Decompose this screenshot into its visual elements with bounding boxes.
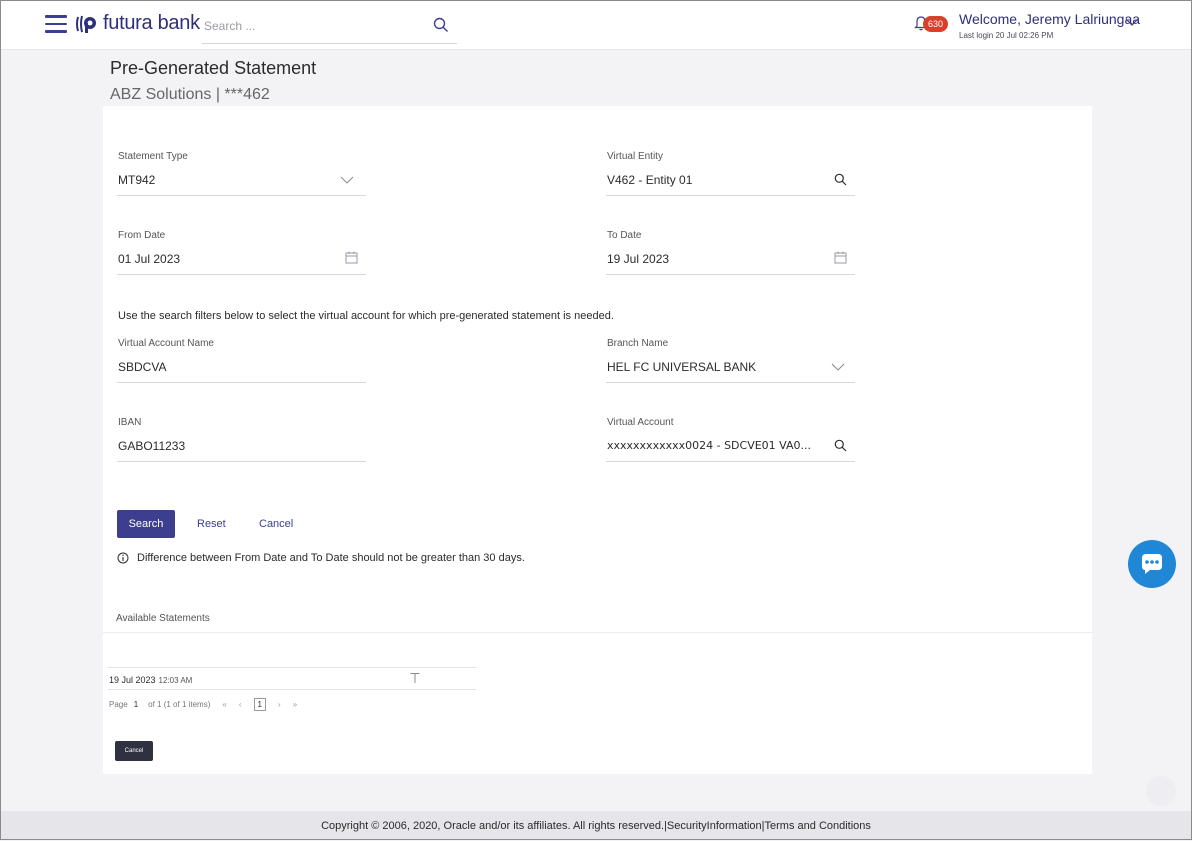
page-subtitle: ABZ Solutions | ***462 [110, 86, 270, 103]
page-of-text: of 1 (1 of 1 items) [148, 700, 211, 709]
statement-type-value: MT942 [118, 173, 156, 187]
futura-logo-icon [76, 15, 96, 33]
to-date-field[interactable]: To Date 19 Jul 2023 [606, 230, 855, 275]
divider [103, 632, 1092, 633]
virtual-account-field[interactable]: Virtual Account xxxxxxxxxxxx0024 - SDCVE… [606, 417, 855, 462]
footer: Copyright © 2006, 2020, Oracle and/or it… [1, 811, 1191, 839]
iban-value: GABO11233 [118, 439, 186, 453]
search-icon[interactable] [834, 439, 847, 452]
last-login-text: Last login 20 Jul 02:26 PM [959, 31, 1054, 40]
next-page-icon[interactable]: › [278, 700, 281, 709]
virtual-account-value: xxxxxxxxxxxx0024 - SDCVE01 VA0... [607, 439, 812, 452]
page-number[interactable]: 1 [134, 700, 138, 709]
virtual-account-name-label: Virtual Account Name [118, 338, 214, 349]
from-date-value: 01 Jul 2023 [118, 252, 181, 266]
virtual-account-label: Virtual Account [607, 417, 674, 428]
search-icon[interactable] [834, 173, 847, 186]
page-label: Page [109, 700, 128, 709]
pagination: Page 1 of 1 (1 of 1 items) « ‹ 1 › » [109, 698, 303, 711]
cancel-button[interactable]: Cancel [115, 741, 153, 761]
statement-type-select[interactable]: Statement Type MT942 [117, 151, 366, 196]
statement-time: 12:03 AM [158, 676, 193, 685]
global-search[interactable]: Search ... [202, 9, 457, 44]
calendar-icon[interactable] [345, 251, 358, 264]
date-range-info-text: Difference between From Date and To Date… [137, 552, 525, 564]
download-icon[interactable] [409, 672, 421, 684]
statement-type-label: Statement Type [118, 151, 188, 162]
chevron-down-icon[interactable] [831, 362, 845, 372]
virtual-entity-value: V462 - Entity 01 [607, 173, 693, 187]
virtual-account-name-field[interactable]: Virtual Account Name SBDCVA [117, 338, 366, 383]
welcome-text[interactable]: Welcome, Jeremy Lalriungaa [959, 11, 1140, 27]
calendar-icon[interactable] [834, 251, 847, 264]
security-information-link[interactable]: SecurityInformation [667, 820, 762, 832]
chatbot-button[interactable] [1128, 540, 1176, 588]
top-header: futura bank Search ... 630 Welcome, Jere… [1, 1, 1191, 50]
table-row-border [108, 689, 476, 690]
prev-page-icon[interactable]: ‹ [239, 700, 242, 709]
chevron-down-icon[interactable] [1125, 17, 1139, 27]
last-page-icon[interactable]: » [293, 700, 297, 709]
table-row-border [108, 667, 476, 668]
scroll-top-button[interactable] [1146, 776, 1176, 806]
branch-name-select[interactable]: Branch Name HEL FC UNIVERSAL BANK [606, 338, 855, 383]
from-date-label: From Date [118, 230, 166, 241]
search-icon[interactable] [433, 17, 449, 33]
from-date-field[interactable]: From Date 01 Jul 2023 [117, 230, 366, 275]
search-button[interactable]: Search [117, 510, 175, 538]
brand-name: futura bank [103, 12, 200, 34]
menu-icon[interactable] [45, 15, 67, 33]
to-date-label: To Date [607, 230, 642, 241]
branch-name-label: Branch Name [607, 338, 669, 349]
virtual-account-name-value: SBDCVA [118, 360, 167, 374]
copyright-text: Copyright © 2006, 2020, Oracle and/or it… [321, 820, 665, 832]
table-row[interactable]: 19 Jul 2023 12:03 AM [109, 675, 192, 685]
virtual-entity-field[interactable]: Virtual Entity V462 - Entity 01 [606, 151, 855, 196]
first-page-icon[interactable]: « [222, 700, 226, 709]
chevron-down-icon[interactable] [340, 175, 354, 185]
chat-icon [1142, 554, 1162, 574]
cancel-link[interactable]: Cancel [259, 518, 293, 530]
to-date-value: 19 Jul 2023 [607, 252, 670, 266]
info-icon [117, 552, 129, 564]
iban-field[interactable]: IBAN GABO11233 [117, 417, 366, 462]
notification-badge[interactable]: 630 [923, 16, 949, 32]
branch-name-value: HEL FC UNIVERSAL BANK [607, 360, 757, 374]
search-placeholder: Search ... [204, 19, 256, 33]
statement-date: 19 Jul 2023 [109, 675, 156, 685]
iban-label: IBAN [118, 417, 142, 428]
reset-link[interactable]: Reset [197, 518, 226, 530]
virtual-entity-label: Virtual Entity [607, 151, 663, 162]
date-range-info: Difference between From Date and To Date… [117, 552, 525, 564]
search-hint-text: Use the search filters below to select t… [118, 310, 614, 322]
available-statements-title: Available Statements [116, 613, 210, 624]
bank-logo[interactable]: futura bank [75, 12, 200, 35]
page-title: Pre-Generated Statement [110, 58, 317, 78]
terms-link[interactable]: Terms and Conditions [765, 820, 871, 832]
current-page-button[interactable]: 1 [253, 698, 266, 711]
